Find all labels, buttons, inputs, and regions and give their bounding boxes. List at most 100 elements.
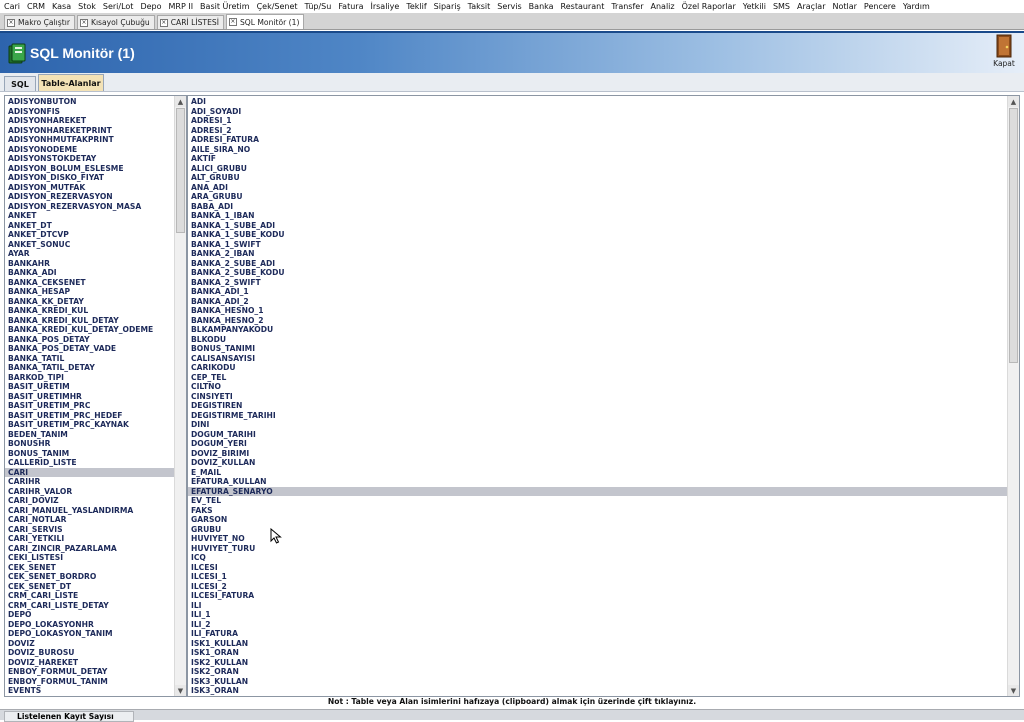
field-list-item[interactable]: ILI_FATURA — [188, 629, 1007, 639]
table-list-item[interactable]: BANKA_KREDI_KUL_DETAY_ODEME — [5, 325, 174, 335]
menu-item[interactable]: Yardım — [903, 2, 930, 11]
table-list-item[interactable]: ADISYONFIS — [5, 107, 174, 117]
field-list-item[interactable]: ARA_GRUBU — [188, 192, 1007, 202]
field-list-item[interactable]: ADRESI_1 — [188, 116, 1007, 126]
field-list-item[interactable]: ILCESI_FATURA — [188, 591, 1007, 601]
field-list-item[interactable]: BANKA_2_SWIFT — [188, 278, 1007, 288]
field-list-item[interactable]: ADRESI_FATURA — [188, 135, 1007, 145]
table-list-item[interactable]: ADISYONHMUTFAKPRINT — [5, 135, 174, 145]
field-list-item[interactable]: BANKA_1_SUBE_KODU — [188, 230, 1007, 240]
table-list-item[interactable]: ANKET_SONUC — [5, 240, 174, 250]
table-list-item[interactable]: BANKA_KK_DETAY — [5, 297, 174, 307]
field-list-item[interactable]: ANA_ADI — [188, 183, 1007, 193]
table-list-item[interactable]: CRM_CARI_LISTE — [5, 591, 174, 601]
table-list-item[interactable]: ENBOY_FORMUL_TANIM — [5, 677, 174, 687]
field-list-item[interactable]: DOGUM_TARIHI — [188, 430, 1007, 440]
field-list-item[interactable]: CEP_TEL — [188, 373, 1007, 383]
menu-item[interactable]: Servis — [497, 2, 521, 11]
table-list-item[interactable]: ADISYONBUTON — [5, 97, 174, 107]
field-list-item[interactable]: ALICI_GRUBU — [188, 164, 1007, 174]
table-list-item[interactable]: ADISYONHAREKET — [5, 116, 174, 126]
menu-item[interactable]: MRP II — [169, 2, 194, 11]
menu-item[interactable]: Cari — [4, 2, 20, 11]
field-list-item[interactable]: ADI_SOYADI — [188, 107, 1007, 117]
field-list-item[interactable]: GARSON — [188, 515, 1007, 525]
scroll-up-arrow-icon[interactable]: ▲ — [175, 96, 186, 107]
table-list-item[interactable]: ENBOY_FORMUL_DETAY — [5, 667, 174, 677]
menu-item[interactable]: Basit Üretim — [200, 2, 250, 11]
menu-item[interactable]: Tüp/Su — [305, 2, 332, 11]
field-list-item[interactable]: ILI — [188, 601, 1007, 611]
field-list-item[interactable]: ISK1_KULLAN — [188, 639, 1007, 649]
table-list-item[interactable]: ANKET_DTCVP — [5, 230, 174, 240]
table-list-item[interactable]: DOVIZ_BUROSU — [5, 648, 174, 658]
close-tab-icon[interactable]: × — [79, 18, 88, 27]
field-list-item[interactable]: DOVIZ_KULLAN — [188, 458, 1007, 468]
table-list-item[interactable]: BANKA_TATIL — [5, 354, 174, 364]
table-list-item[interactable]: BANKAHR — [5, 259, 174, 269]
field-list-item[interactable]: ILI_2 — [188, 620, 1007, 630]
menu-item[interactable]: Depo — [140, 2, 161, 11]
table-list-item[interactable]: CALLERID_LISTE — [5, 458, 174, 468]
table-list-item[interactable]: CEK_SENET_DT — [5, 582, 174, 592]
table-list-item[interactable]: ADISYON_MUTFAK — [5, 183, 174, 193]
table-list-item[interactable]: ADISYON_DISKO_FIYAT — [5, 173, 174, 183]
field-list-item[interactable]: E_MAIL — [188, 468, 1007, 478]
table-list-item[interactable]: CEKI_LISTESI — [5, 553, 174, 563]
scroll-thumb[interactable] — [1009, 108, 1018, 363]
field-list-item[interactable]: CALISANSAYISI — [188, 354, 1007, 364]
menu-item[interactable]: Kasa — [52, 2, 71, 11]
field-list-item[interactable]: DEGISTIRME_TARIHI — [188, 411, 1007, 421]
field-list-item[interactable]: BANKA_HESNO_2 — [188, 316, 1007, 326]
close-tab-icon[interactable]: × — [7, 18, 15, 27]
field-list-item[interactable]: BLKODU — [188, 335, 1007, 345]
menu-item[interactable]: Araçlar — [797, 2, 825, 11]
field-list-item[interactable]: BANKA_1_SWIFT — [188, 240, 1007, 250]
field-list-item[interactable]: BANKA_ADI_1 — [188, 287, 1007, 297]
field-list-item[interactable]: DOVIZ_BIRIMI — [188, 449, 1007, 459]
table-list-item[interactable]: DEPO_LOKASYONHR — [5, 620, 174, 630]
menu-item[interactable]: Pencere — [864, 2, 896, 11]
table-list-scrollbar[interactable]: ▲ ▼ — [174, 96, 186, 696]
table-list-item[interactable]: BASIT_URETIM_PRC_KAYNAK — [5, 420, 174, 430]
table-list-item[interactable]: ADISYON_REZERVASYON_MASA — [5, 202, 174, 212]
menu-item[interactable]: Sipariş — [434, 2, 461, 11]
table-list-item[interactable]: ADISYONSTOKDETAY — [5, 154, 174, 164]
field-list-item[interactable]: BANKA_1_IBAN — [188, 211, 1007, 221]
table-list-item[interactable]: CRM_CARI_LISTE_DETAY — [5, 601, 174, 611]
menu-item[interactable]: Analiz — [651, 2, 675, 11]
table-list-item[interactable]: BEDEN_TANIM — [5, 430, 174, 440]
table-list-item[interactable]: DOVIZ — [5, 639, 174, 649]
field-list-item[interactable]: ISK2_ORAN — [188, 667, 1007, 677]
table-list-item[interactable]: CARI_SERVIS — [5, 525, 174, 535]
table-list-item[interactable]: BANKA_HESAP — [5, 287, 174, 297]
table-list-item[interactable]: ANKET_DT — [5, 221, 174, 231]
field-list-item[interactable]: ISK3_KULLAN — [188, 677, 1007, 687]
table-list-item[interactable]: BANKA_POS_DETAY — [5, 335, 174, 345]
document-tab[interactable]: × CARİ LİSTESİ — [156, 15, 224, 29]
table-list-item[interactable]: BARKOD_TIPI — [5, 373, 174, 383]
table-list-item[interactable]: ADISYON_BOLUM_ESLESME — [5, 164, 174, 174]
close-tab-icon[interactable]: × — [159, 18, 168, 27]
table-list-item[interactable]: CEK_SENET — [5, 563, 174, 573]
menu-item[interactable]: Fatura — [338, 2, 363, 11]
menu-item[interactable]: Banka — [529, 2, 554, 11]
field-list-item[interactable]: DEGISTIREN — [188, 401, 1007, 411]
table-list-item[interactable]: EVENTS — [5, 686, 174, 696]
field-list-item[interactable]: AKTIF — [188, 154, 1007, 164]
field-list-item[interactable]: BANKA_2_IBAN — [188, 249, 1007, 259]
field-list[interactable]: ADI ADI_SOYADI ADRESI_1 ADRESI_2 ADRESI_FATU… — [187, 95, 1020, 697]
table-list-item[interactable]: BANKA_ADI — [5, 268, 174, 278]
field-list-item[interactable]: GRUBU — [188, 525, 1007, 535]
field-list-item[interactable]: BANKA_2_SUBE_KODU — [188, 268, 1007, 278]
table-list-item[interactable]: BANKA_CEKSENET — [5, 278, 174, 288]
field-list-item[interactable]: ILI_1 — [188, 610, 1007, 620]
close-tab-icon[interactable]: × — [228, 18, 237, 26]
menu-item[interactable]: Çek/Senet — [257, 2, 298, 11]
table-list-item[interactable]: CARI_ZINCIR_PAZARLAMA — [5, 544, 174, 554]
close-button[interactable]: Kapat — [990, 34, 1018, 72]
field-list-item[interactable]: CILTNO — [188, 382, 1007, 392]
table-list-item[interactable]: CARI — [5, 467, 174, 477]
table-list-item[interactable]: BONUSHR — [5, 439, 174, 449]
menu-item[interactable]: CRM — [27, 2, 45, 11]
